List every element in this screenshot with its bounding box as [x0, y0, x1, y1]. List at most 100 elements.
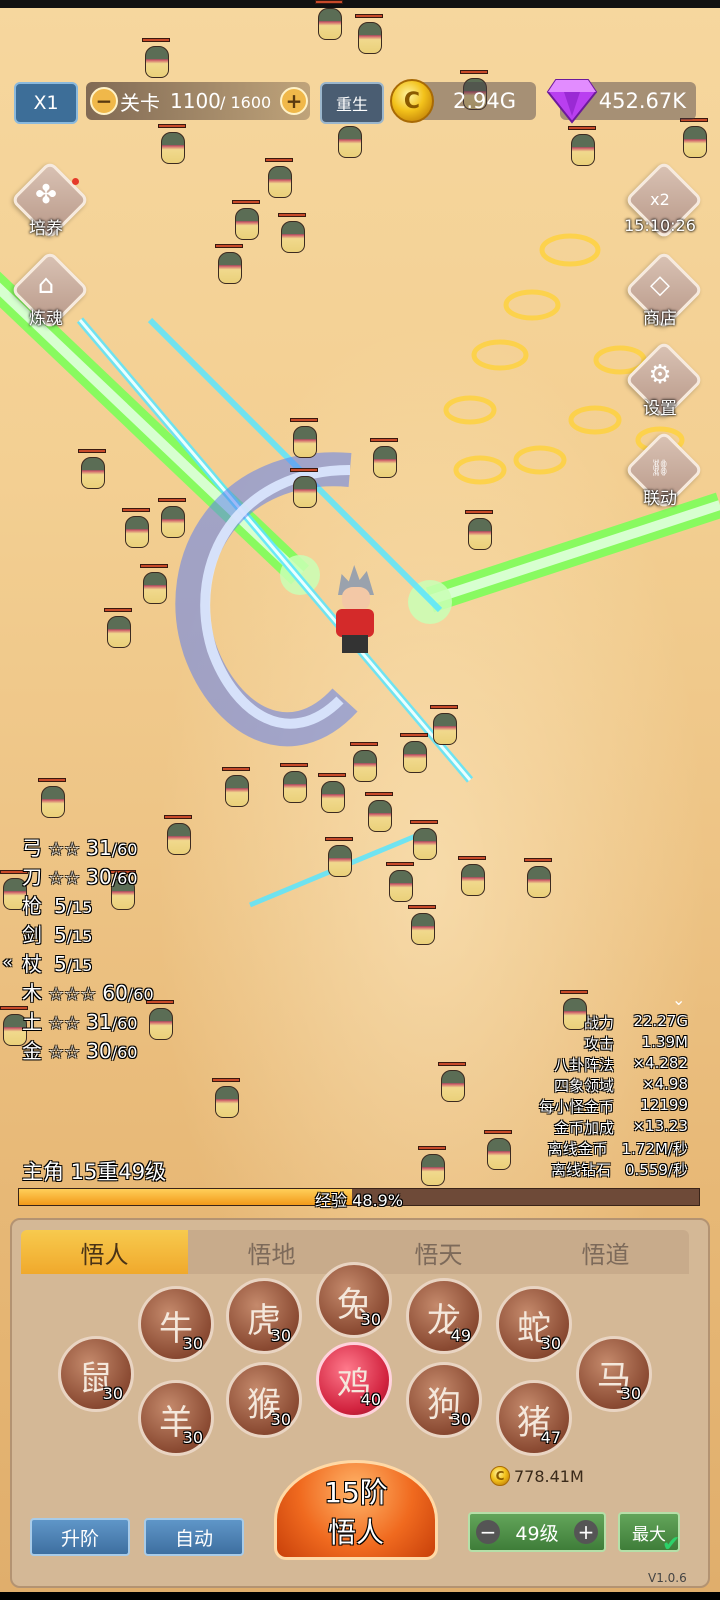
tab-label: 悟地 — [247, 1240, 296, 1269]
upgrade-label: 升阶 — [60, 1527, 99, 1550]
stat-value: 22.27G — [633, 1012, 688, 1030]
purple-gem-icon — [546, 79, 598, 124]
rebirth-button[interactable]: 重生 — [320, 82, 384, 124]
enemy-monster — [325, 837, 353, 877]
collapse-left-arrow[interactable]: « — [2, 952, 13, 973]
max-label: 最大 — [632, 1524, 666, 1545]
enemy-monster — [318, 773, 346, 813]
weapon-max: /15 — [66, 927, 93, 946]
weapon-name: 刀 — [22, 865, 42, 889]
settings-button[interactable]: ⚙ 设置 — [624, 340, 704, 420]
auto-button[interactable]: 自动 — [144, 1518, 244, 1556]
minus-icon: − — [479, 1520, 497, 1544]
weapon-row: 木 ☆☆☆ 60/60 — [22, 977, 154, 1006]
gear-icon: ⚙ — [648, 360, 672, 390]
level-value: 49级 — [515, 1522, 559, 1545]
weapon-stars: ☆☆ — [48, 839, 81, 860]
enemy-monster — [265, 158, 293, 198]
zodiac-rabbit-button[interactable]: 兔 30 — [316, 1262, 392, 1338]
cultivate-button[interactable]: ✤ 培养 — [10, 160, 90, 240]
zodiac-monkey-button[interactable]: 猴 30 — [226, 1362, 302, 1438]
zodiac-level: 30 — [450, 1410, 471, 1429]
upgrade-cost: C 778.41M — [490, 1466, 584, 1486]
enemy-monster — [386, 862, 414, 902]
enemy-monster — [350, 742, 378, 782]
stat-row: 八卦阵法 ×4.282 — [554, 1054, 688, 1075]
zodiac-dragon-button[interactable]: 龙 49 — [406, 1278, 482, 1354]
weapon-max: /15 — [66, 956, 93, 975]
stage-prev-button[interactable]: − — [90, 87, 118, 115]
refine-soul-button[interactable]: ⌂ 炼魂 — [10, 250, 90, 330]
link-button[interactable]: ⛓ 联动 — [624, 430, 704, 510]
enemy-monster — [142, 38, 170, 78]
boost-timer: 15:10:26 — [624, 216, 696, 235]
stat-row: 离线金币 1.72M/秒 — [548, 1138, 688, 1159]
weapon-max: /15 — [66, 898, 93, 917]
enemy-monster — [38, 778, 66, 818]
weapon-value: 5 — [54, 923, 67, 947]
stat-value: ×4.98 — [642, 1075, 688, 1093]
tab-wu-tian[interactable]: 悟天 — [355, 1230, 522, 1274]
zodiac-rat-button[interactable]: 鼠 30 — [58, 1336, 134, 1412]
weapon-name: 枪 — [22, 894, 42, 918]
weapon-name: 杖 — [22, 952, 42, 976]
weapon-stars: ☆☆☆ — [48, 984, 97, 1005]
cost-amount: 778.41M — [514, 1466, 584, 1486]
zodiac-pig-button[interactable]: 猪 47 — [496, 1380, 572, 1456]
enemy-monster — [122, 508, 150, 548]
gem-amount: 452.67K — [598, 89, 686, 113]
enemy-monster — [568, 126, 596, 166]
zodiac-ox-button[interactable]: 牛 30 — [138, 1286, 214, 1362]
stat-label: 金币加成 — [553, 1119, 614, 1137]
speed-button[interactable]: X1 — [14, 82, 78, 124]
enemy-monster — [315, 0, 343, 40]
enemy-monster — [418, 1146, 446, 1186]
stat-row: 战力 22.27G — [584, 1012, 688, 1033]
weapon-row: 杖 5/15 — [22, 948, 92, 977]
zodiac-rooster-button[interactable]: 鸡 40 — [316, 1342, 392, 1418]
upgrade-rank-button[interactable]: 升阶 — [30, 1518, 130, 1556]
enemy-monster — [158, 124, 186, 164]
stage-total: / 1600 — [220, 93, 272, 112]
tab-wu-ren[interactable]: 悟人 — [21, 1230, 188, 1274]
enemy-monster — [140, 564, 168, 604]
zodiac-level: 47 — [540, 1428, 561, 1447]
link-label: 联动 — [643, 489, 677, 509]
zodiac-horse-button[interactable]: 马 30 — [576, 1336, 652, 1412]
weapon-stars: ☆☆ — [48, 1042, 81, 1063]
stat-label: 四象领域 — [553, 1077, 614, 1095]
double-boost-button[interactable]: x2 15:10:26 — [624, 160, 704, 240]
cultivate-label: 培养 — [29, 219, 63, 239]
zodiac-level: 30 — [540, 1334, 561, 1353]
stat-value: 1.39M — [641, 1033, 688, 1051]
zodiac-snake-button[interactable]: 蛇 30 — [496, 1286, 572, 1362]
link-icon: ⛓ — [649, 458, 671, 477]
tab-wu-di[interactable]: 悟地 — [188, 1230, 355, 1274]
level-plus-button[interactable]: + — [574, 1520, 598, 1544]
zodiac-dog-button[interactable]: 狗 30 — [406, 1362, 482, 1438]
collapse-right-arrow[interactable]: ⌄ — [672, 990, 685, 1009]
level-minus-button[interactable]: − — [476, 1520, 500, 1544]
enemy-monster — [146, 1000, 174, 1040]
enemy-monster — [158, 498, 186, 538]
speed-label: X1 — [33, 92, 59, 114]
stage-next-button[interactable]: + — [280, 87, 308, 115]
minus-icon: − — [95, 89, 113, 113]
stat-value: ×13.23 — [632, 1117, 688, 1135]
zodiac-goat-button[interactable]: 羊 30 — [138, 1380, 214, 1456]
gold-coin-icon: C — [390, 79, 434, 123]
weapon-max: /60 — [111, 869, 138, 888]
zodiac-tiger-button[interactable]: 虎 30 — [226, 1278, 302, 1354]
enemy-monster — [400, 733, 428, 773]
enemy-monster — [164, 815, 192, 855]
stat-label: 战力 — [583, 1014, 614, 1032]
money-bag-icon: x2 — [650, 190, 670, 209]
enlightenment-panel: 悟人 悟地 悟天 悟道 鼠 30 牛 30 虎 30 兔 30 龙 49 蛇 30 马 30 羊 30 猴 30 鸡… — [10, 1218, 710, 1588]
rank-badge[interactable]: 15阶 悟人 — [274, 1460, 438, 1560]
game-screen[interactable]: X1 − 关卡 1100 / 1600 + 重生 C 2.94G 452.67K… — [0, 0, 720, 1600]
refine-soul-label: 炼魂 — [29, 309, 63, 329]
shop-button[interactable]: ◇ 商店 — [624, 250, 704, 330]
gold-coin-icon: C — [490, 1466, 510, 1486]
zodiac-level: 30 — [182, 1428, 203, 1447]
tab-wu-dao[interactable]: 悟道 — [522, 1230, 689, 1274]
